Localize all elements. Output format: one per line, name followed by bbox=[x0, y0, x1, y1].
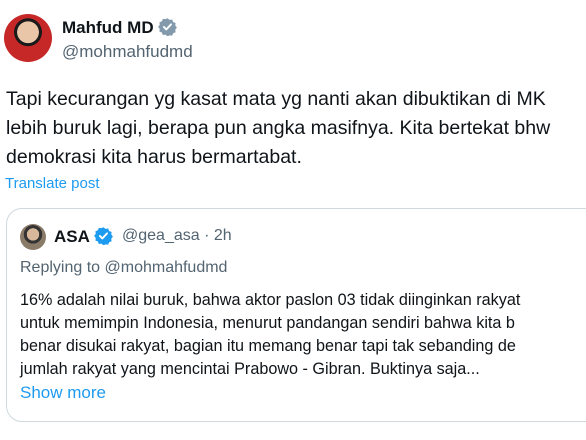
quoted-timestamp: 2h bbox=[213, 227, 232, 244]
quoted-author-name-text: ASA bbox=[54, 227, 90, 246]
tweet-text-line-2: lebih buruk lagi, berapa pun angka masif… bbox=[6, 117, 551, 139]
quoted-separator: · bbox=[204, 227, 210, 244]
quoted-author-avatar bbox=[20, 224, 46, 250]
show-more-link[interactable]: Show more bbox=[20, 383, 106, 403]
tweet-text-line-3: demokrasi kita harus bermartabat. bbox=[6, 146, 302, 168]
quoted-text-line-4: jumlah rakyat yang mencintai Prabowo - G… bbox=[20, 360, 480, 378]
author-name-text[interactable]: Mahfud MD bbox=[62, 18, 154, 37]
quoted-author-name: ASA bbox=[54, 226, 113, 250]
tweet-text-line-1: Tapi kecurangan yg kasat mata yg nanti a… bbox=[6, 88, 546, 110]
quoted-verified-badge-icon bbox=[93, 226, 113, 250]
translate-post-link[interactable]: Translate post bbox=[5, 175, 100, 192]
author-handle[interactable]: @mohmahfudmd bbox=[62, 42, 193, 62]
quoted-meta: @gea_asa · 2h bbox=[122, 227, 232, 245]
author-name[interactable]: Mahfud MD bbox=[62, 17, 177, 41]
quoted-text-line-1: 16% adalah nilai buruk, bahwa aktor pasl… bbox=[20, 291, 521, 309]
quoted-author-handle: @gea_asa bbox=[122, 227, 200, 244]
author-avatar[interactable] bbox=[4, 14, 52, 62]
verified-badge-icon[interactable] bbox=[157, 17, 177, 41]
quoted-replying-to: Replying to @mohmahfudmd bbox=[20, 259, 228, 276]
quoted-text-line-3: benar disukai rakyat, bagian itu memang … bbox=[20, 337, 516, 355]
quoted-text-line-2: untuk memimpin Indonesia, menurut pandan… bbox=[20, 314, 515, 332]
